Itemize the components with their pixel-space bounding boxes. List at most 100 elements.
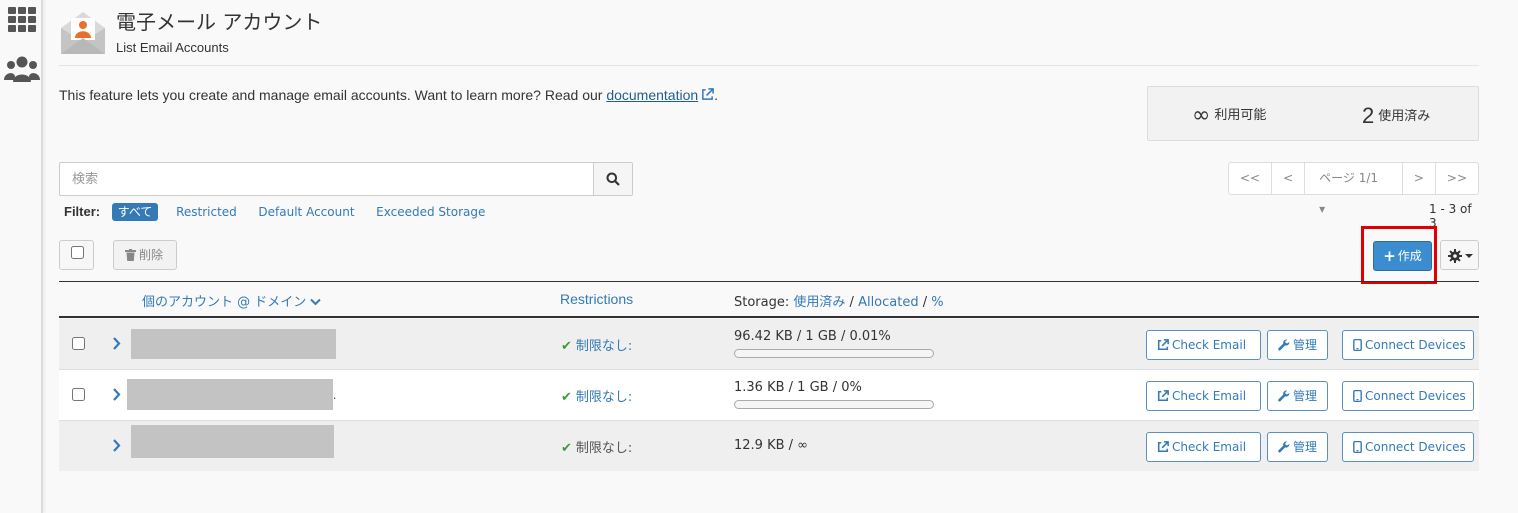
- chevron-right-icon[interactable]: [112, 438, 121, 453]
- users-icon[interactable]: [4, 55, 40, 83]
- intro-period: .: [714, 87, 719, 103]
- select-all-checkbox[interactable]: [71, 246, 84, 259]
- last-page-button[interactable]: >>: [1434, 163, 1478, 194]
- restriction-status: ✔ 制限なし:: [561, 335, 632, 354]
- connect-devices-label: Connect Devices: [1365, 338, 1466, 352]
- storage-progress-bar: [734, 400, 934, 409]
- phone-icon: [1353, 389, 1362, 403]
- check-icon: ✔: [561, 441, 572, 456]
- filter-all[interactable]: すべて: [111, 203, 159, 221]
- filter-restricted[interactable]: Restricted: [176, 205, 237, 219]
- restriction-status: ✔ 制限なし:: [561, 386, 632, 405]
- documentation-link[interactable]: documentation: [606, 87, 698, 103]
- filter-exceeded-storage[interactable]: Exceeded Storage: [376, 205, 485, 219]
- storage-header-label: Storage:: [734, 295, 794, 310]
- search-box: [59, 162, 633, 196]
- apps-grid-icon[interactable]: [8, 7, 36, 33]
- sort-used[interactable]: 使用済み: [793, 295, 845, 310]
- phone-icon: [1353, 338, 1362, 352]
- trash-icon: [125, 249, 136, 261]
- check-email-button[interactable]: Check Email: [1146, 432, 1261, 462]
- redacted-account-name: [131, 329, 336, 359]
- gear-icon: [1448, 249, 1462, 263]
- plus-icon: +: [1383, 247, 1396, 265]
- connect-devices-label: Connect Devices: [1365, 440, 1466, 454]
- sort-account-header[interactable]: 個のアカウント @ ドメイン: [142, 291, 322, 310]
- email-envelope-icon: [61, 12, 105, 54]
- left-rail: [0, 0, 43, 513]
- external-link-icon: [1157, 441, 1169, 453]
- connect-devices-button[interactable]: Connect Devices: [1342, 381, 1474, 411]
- delete-button[interactable]: 削除: [113, 240, 177, 270]
- stat-used: 2 使用済み: [1362, 103, 1430, 129]
- restriction-status: ✔ 制限なし:: [561, 437, 632, 456]
- manage-button[interactable]: 管理: [1267, 432, 1328, 462]
- chevron-down-icon: [310, 298, 322, 306]
- check-icon: ✔: [561, 390, 572, 405]
- check-email-label: Check Email: [1172, 389, 1247, 403]
- storage-header: Storage: 使用済み / Allocated / %: [734, 291, 944, 310]
- prev-page-button[interactable]: <: [1271, 163, 1304, 194]
- external-link-icon: [1157, 339, 1169, 351]
- account-stats-panel: ∞ 利用可能 2 使用済み: [1147, 86, 1479, 141]
- first-page-button[interactable]: <<: [1229, 163, 1271, 194]
- intro-body: This feature lets you create and manage …: [59, 87, 607, 103]
- manage-label: 管理: [1293, 338, 1318, 352]
- storage-usage: 12.9 KB / ∞: [734, 438, 808, 453]
- chevron-right-icon[interactable]: [112, 336, 121, 351]
- restriction-label: 制限なし:: [575, 390, 633, 405]
- manage-label: 管理: [1293, 389, 1318, 403]
- sort-percent[interactable]: %: [931, 295, 943, 310]
- account-name-fragment: .: [333, 388, 337, 402]
- check-email-label: Check Email: [1172, 440, 1247, 454]
- connect-devices-button[interactable]: Connect Devices: [1342, 432, 1474, 462]
- external-link-icon[interactable]: [701, 88, 714, 101]
- manage-button[interactable]: 管理: [1267, 330, 1328, 360]
- storage-usage: 1.36 KB / 1 GB / 0%: [734, 380, 862, 395]
- filter-default-account[interactable]: Default Account: [258, 205, 354, 219]
- next-page-button[interactable]: >: [1401, 163, 1435, 194]
- filter-label: Filter:: [64, 204, 101, 219]
- chevron-right-icon[interactable]: [112, 387, 121, 402]
- chevron-down-icon: [1465, 254, 1473, 258]
- check-email-button[interactable]: Check Email: [1146, 381, 1261, 411]
- search-button[interactable]: [593, 163, 632, 195]
- wrench-icon: [1278, 339, 1290, 351]
- stat-available: ∞ 利用可能: [1192, 103, 1266, 128]
- check-icon: ✔: [561, 339, 572, 354]
- page-subtitle: List Email Accounts: [116, 40, 229, 55]
- wrench-icon: [1278, 390, 1290, 402]
- filter-bar: Filter: すべて Restricted Default Account E…: [64, 203, 503, 221]
- row-checkbox[interactable]: [72, 388, 85, 401]
- table-row: ✔ 制限なし: 12.9 KB / ∞ Check Email 管理 Connec…: [59, 421, 1479, 471]
- header-divider: [59, 65, 1479, 66]
- storage-sep: /: [918, 295, 932, 310]
- storage-progress-bar: [734, 349, 934, 358]
- create-label: 作成: [1397, 249, 1422, 263]
- external-link-icon: [1157, 390, 1169, 402]
- delete-label: 削除: [139, 248, 164, 262]
- redacted-account-name: [131, 425, 334, 458]
- page-title: 電子メール アカウント: [116, 10, 323, 34]
- table-row: . ✔ 制限なし: 1.36 KB / 1 GB / 0% Check Email…: [59, 370, 1479, 421]
- select-all-button[interactable]: [59, 240, 94, 270]
- sort-allocated[interactable]: Allocated: [858, 295, 919, 310]
- restriction-label: 制限なし:: [575, 441, 633, 456]
- storage-sep: /: [845, 295, 859, 310]
- used-label: 使用済み: [1378, 108, 1431, 123]
- check-email-label: Check Email: [1172, 338, 1247, 352]
- table-header: 個のアカウント @ ドメイン Restrictions Storage: 使用済…: [59, 281, 1479, 318]
- settings-dropdown-button[interactable]: [1440, 240, 1479, 270]
- check-email-button[interactable]: Check Email: [1146, 330, 1261, 360]
- row-checkbox[interactable]: [72, 337, 85, 350]
- search-input[interactable]: [60, 163, 594, 195]
- search-icon: [606, 172, 620, 186]
- connect-devices-button[interactable]: Connect Devices: [1342, 330, 1474, 360]
- restrictions-header[interactable]: Restrictions: [560, 291, 633, 307]
- account-header-label: 個のアカウント @ ドメイン: [142, 295, 307, 310]
- page-select[interactable]: ページ 1/1 ▾: [1304, 163, 1402, 216]
- pagination: << < ページ 1/1 ▾ > >>: [1228, 162, 1479, 216]
- create-button[interactable]: + 作成: [1373, 241, 1432, 271]
- manage-button[interactable]: 管理: [1267, 381, 1328, 411]
- intro-text: This feature lets you create and manage …: [59, 87, 718, 103]
